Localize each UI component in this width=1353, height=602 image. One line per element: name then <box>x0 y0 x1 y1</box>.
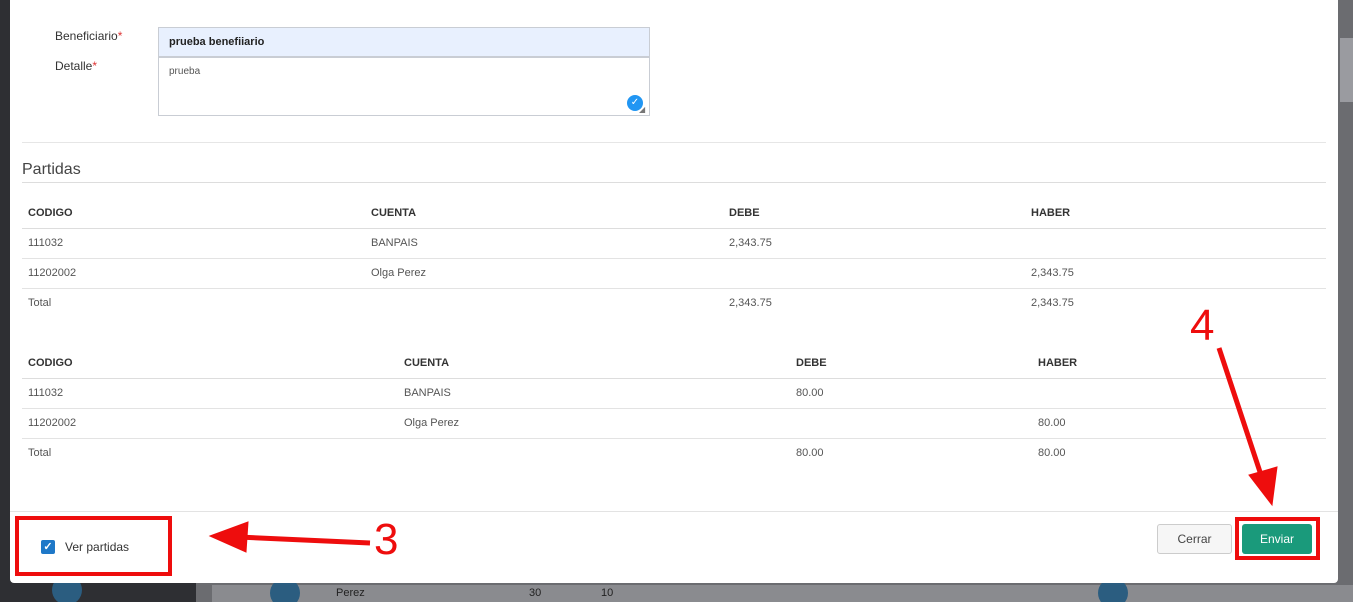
cell-debe: 80.00 <box>790 378 1032 409</box>
cell-total-haber: 2,343.75 <box>1031 297 1074 310</box>
header-codigo: CODIGO <box>22 348 398 379</box>
table-header-row: CODIGO CUENTA DEBE HABER <box>22 198 1326 229</box>
background-table-row <box>212 585 1353 602</box>
cell-haber <box>1025 228 1326 259</box>
header-cuenta: CUENTA <box>365 198 723 229</box>
background-row-name: Perez <box>336 587 365 599</box>
cell-total-debe: 2,343.75 <box>729 297 772 310</box>
cell-cuenta <box>365 288 723 318</box>
cell-debe: 2,343.75 <box>723 228 1025 259</box>
cell-cuenta: Olga Perez <box>365 258 723 289</box>
modal-footer-divider <box>10 511 1338 512</box>
table-row: 11202002 Olga Perez 80.00 <box>22 408 1326 439</box>
partidas-modal: Beneficiario* prueba benefiiario Detalle… <box>10 0 1338 583</box>
background-row-val2: 10 <box>601 587 614 599</box>
header-codigo: CODIGO <box>22 198 365 229</box>
cell-cuenta: Olga Perez <box>398 408 790 439</box>
partidas-table-2: CODIGO CUENTA DEBE HABER 111032 BANPAIS … <box>22 348 1326 468</box>
annotation-step-3: 3 <box>374 515 399 564</box>
cell-codigo: 111032 <box>22 228 365 259</box>
table-row: 111032 BANPAIS 80.00 <box>22 378 1326 409</box>
background-row-val1: 30 <box>529 587 542 599</box>
resize-handle-icon[interactable]: ◢ <box>639 105 649 115</box>
cell-total-haber: 80.00 <box>1038 447 1066 460</box>
cell-codigo: 11202002 <box>22 258 365 289</box>
cell-debe <box>790 408 1032 439</box>
table-total-row: Total 80.00 80.00 <box>22 438 1326 468</box>
beneficiario-label: Beneficiario* <box>55 29 123 43</box>
cell-total-debe: 80.00 <box>796 447 824 460</box>
cell-codigo: 111032 <box>22 378 398 409</box>
header-haber: HABER <box>1025 198 1326 229</box>
cell-cuenta: BANPAIS <box>398 378 790 409</box>
cell-total-label: Total <box>28 297 52 310</box>
header-cuenta: CUENTA <box>398 348 790 379</box>
cell-haber: 2,343.75 <box>1025 258 1326 289</box>
annotation-box-ver-partidas <box>15 516 172 576</box>
cell-codigo: 11202002 <box>22 408 398 439</box>
header-debe: DEBE <box>790 348 1032 379</box>
cerrar-button[interactable]: Cerrar <box>1157 524 1232 554</box>
header-haber: HABER <box>1032 348 1326 379</box>
annotation-step-4: 4 <box>1190 301 1215 350</box>
cell-debe <box>723 258 1025 289</box>
cell-haber: 80.00 <box>1032 408 1326 439</box>
table-row: 111032 BANPAIS 2,343.75 <box>22 228 1326 259</box>
title-underline <box>22 182 1326 183</box>
cell-haber <box>1032 378 1326 409</box>
detalle-label: Detalle* <box>55 59 98 73</box>
partidas-title: Partidas <box>22 161 81 178</box>
partidas-table-1: CODIGO CUENTA DEBE HABER 111032 BANPAIS … <box>22 198 1326 318</box>
detalle-textarea[interactable]: prueba <box>158 57 650 116</box>
header-debe: DEBE <box>723 198 1025 229</box>
annotation-box-enviar <box>1235 517 1320 560</box>
cell-cuenta <box>398 438 790 468</box>
cell-total-label: Total <box>28 447 52 460</box>
table-header-row: CODIGO CUENTA DEBE HABER <box>22 348 1326 379</box>
table-row: 11202002 Olga Perez 2,343.75 <box>22 258 1326 289</box>
cell-cuenta: BANPAIS <box>365 228 723 259</box>
background-scroll-area <box>1340 38 1353 102</box>
table-total-row: Total 2,343.75 2,343.75 <box>22 288 1326 318</box>
divider <box>22 142 1326 143</box>
beneficiario-input[interactable]: prueba benefiiario <box>158 27 650 57</box>
